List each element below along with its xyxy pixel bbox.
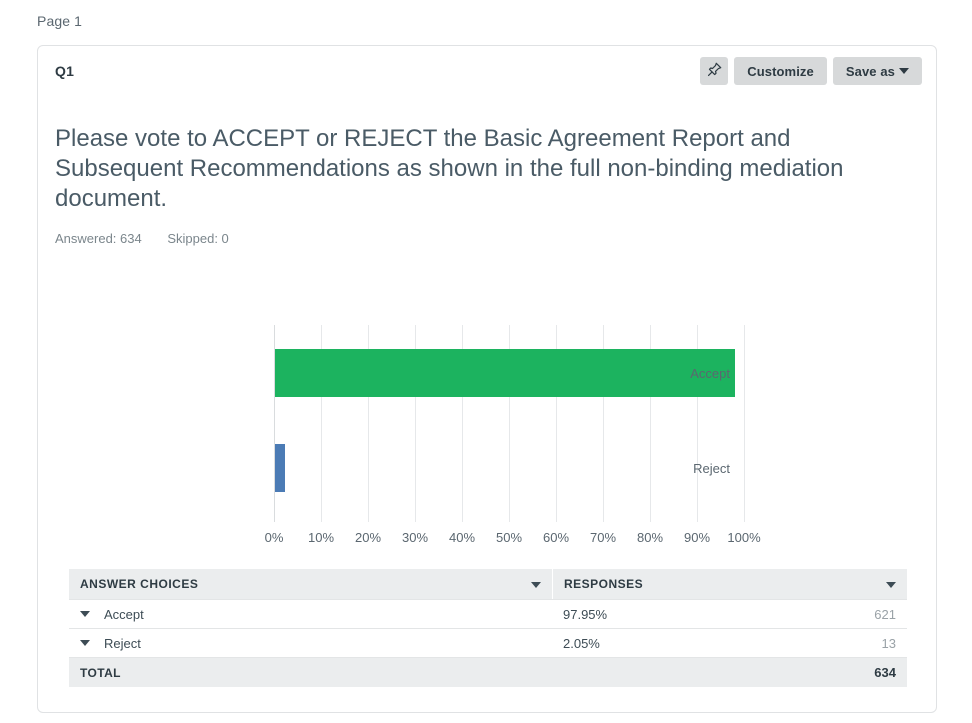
- response-count: 621: [874, 606, 896, 622]
- skipped-count: Skipped: 0: [167, 231, 229, 246]
- x-tick-label: 20%: [354, 530, 382, 545]
- expand-caret-icon[interactable]: [80, 640, 90, 646]
- bar-chart: Accept Reject 0% 10% 20% 30% 40% 50% 60% 70% 80%…: [38, 268, 936, 545]
- x-tick-label: 80%: [636, 530, 664, 545]
- answer-choice-label: Reject: [104, 635, 141, 651]
- gridline: [744, 325, 745, 522]
- x-tick-label: 40%: [448, 530, 476, 545]
- table-total-row: TOTAL 634: [69, 658, 907, 687]
- category-label-reject: Reject: [693, 461, 730, 476]
- results-table: ANSWER CHOICES RESPONSES Accept 97.95% 6…: [69, 569, 907, 687]
- column-header-answer-choices: ANSWER CHOICES: [80, 577, 199, 591]
- total-label: TOTAL: [80, 665, 121, 680]
- customize-button[interactable]: Customize: [734, 57, 827, 85]
- x-tick-label: 100%: [727, 530, 761, 545]
- pushpin-icon: [706, 61, 723, 81]
- x-tick-label: 30%: [401, 530, 429, 545]
- card-header: Q1 Customize Save as: [38, 46, 936, 104]
- chart-plot-area: Accept Reject 0% 10% 20% 30% 40% 50% 60% 70% 80%…: [265, 325, 761, 545]
- table-header-row: ANSWER CHOICES RESPONSES: [69, 569, 907, 599]
- total-count-cell: 634: [552, 658, 907, 687]
- question-card: Q1 Customize Save as Please vote to ACCE…: [37, 45, 937, 713]
- sort-caret-answer-choices-icon[interactable]: [531, 582, 541, 588]
- response-count: 13: [881, 635, 896, 651]
- expand-caret-icon[interactable]: [80, 611, 90, 617]
- header-actions: Customize Save as: [700, 57, 922, 85]
- response-percent: 2.05%: [563, 635, 600, 651]
- bar-accept: [275, 349, 736, 397]
- table-row[interactable]: Accept 97.95% 621: [69, 599, 907, 629]
- total-count: 634: [874, 665, 896, 680]
- page-label: Page 1: [37, 13, 82, 29]
- response-meta: Answered: 634 Skipped: 0: [55, 231, 229, 246]
- x-tick-label: 0%: [264, 530, 284, 545]
- header-cell-responses[interactable]: RESPONSES: [552, 569, 907, 599]
- x-tick-label: 90%: [683, 530, 711, 545]
- bar-reject: [275, 444, 285, 492]
- question-text: Please vote to ACCEPT or REJECT the Basi…: [55, 125, 844, 212]
- x-tick-label: 60%: [542, 530, 570, 545]
- answer-choice-label: Accept: [104, 606, 144, 622]
- column-header-responses: RESPONSES: [564, 577, 644, 591]
- row-choice-cell: Accept: [69, 600, 552, 628]
- table-row[interactable]: Reject 2.05% 13: [69, 629, 907, 658]
- row-response-cell: 97.95% 621: [552, 600, 907, 628]
- x-tick-label: 50%: [495, 530, 523, 545]
- save-as-button[interactable]: Save as: [832, 57, 922, 85]
- pin-button[interactable]: [700, 57, 729, 85]
- answered-count: Answered: 634: [55, 231, 142, 246]
- header-cell-answer-choices[interactable]: ANSWER CHOICES: [69, 569, 552, 599]
- sort-caret-responses-icon[interactable]: [886, 582, 896, 588]
- customize-button-label: Customize: [747, 63, 814, 79]
- response-percent: 97.95%: [563, 606, 608, 622]
- x-tick-label: 10%: [307, 530, 335, 545]
- question-number: Q1: [55, 63, 75, 79]
- row-response-cell: 2.05% 13: [552, 629, 907, 657]
- save-as-button-label: Save as: [845, 63, 895, 79]
- x-tick-label: 70%: [589, 530, 617, 545]
- chevron-down-icon: [899, 68, 909, 74]
- category-label-accept: Accept: [690, 366, 730, 381]
- total-label-cell: TOTAL: [69, 658, 552, 687]
- row-choice-cell: Reject: [69, 629, 552, 657]
